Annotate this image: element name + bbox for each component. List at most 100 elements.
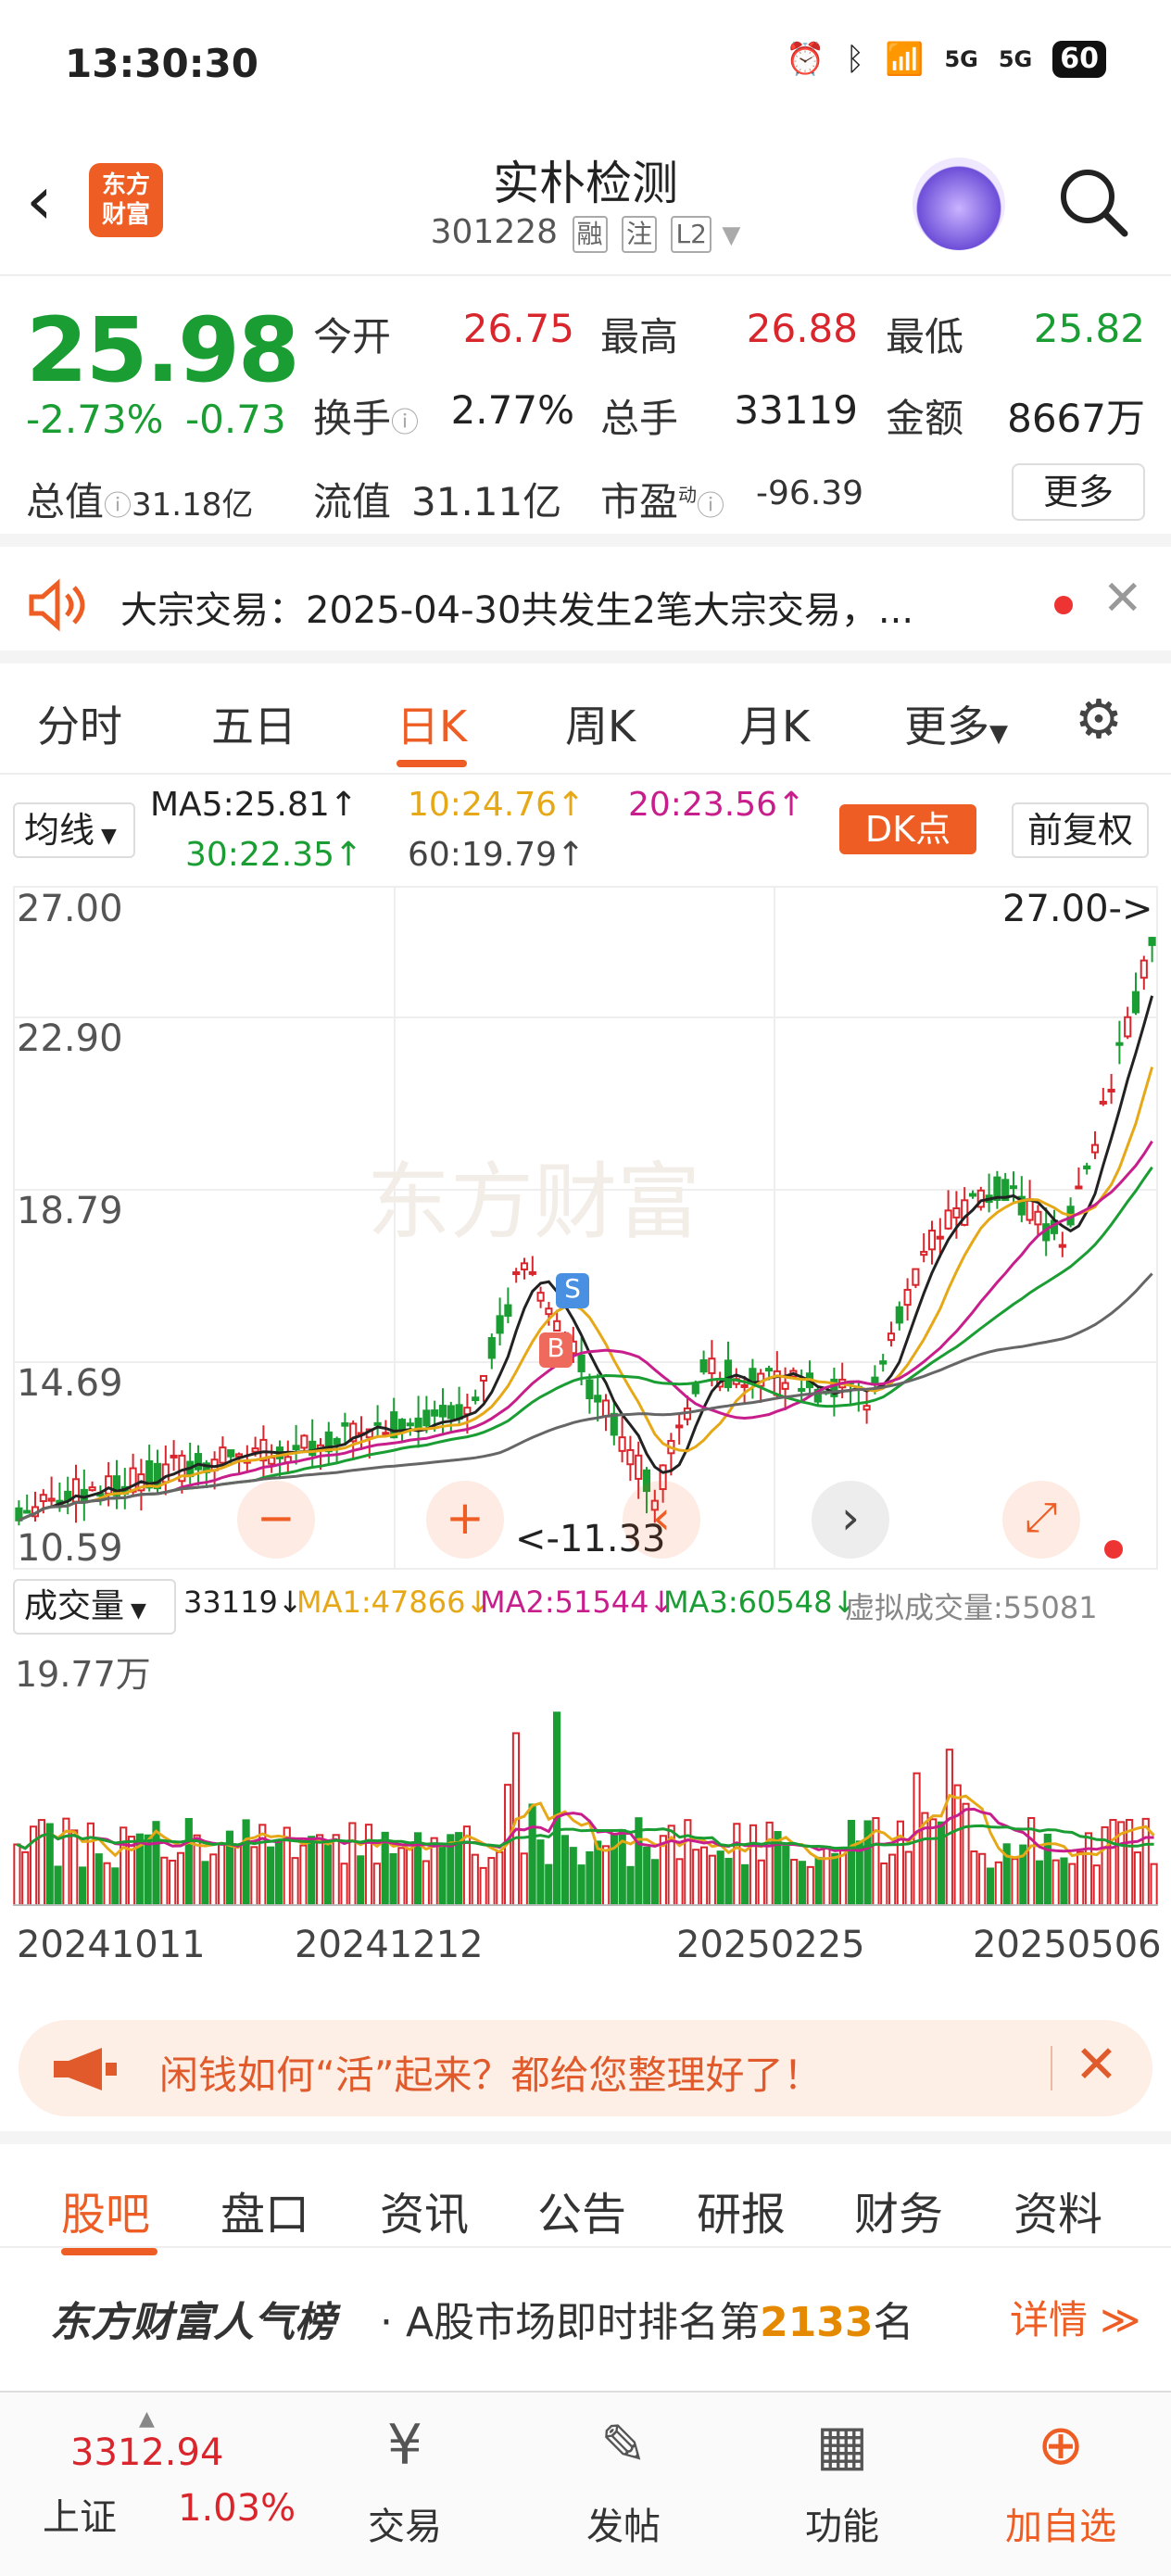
volume-bar xyxy=(560,1835,570,1906)
volume-bar xyxy=(340,1863,348,1907)
candle xyxy=(1107,1088,1115,1092)
tab-guba[interactable]: 股吧 xyxy=(61,2178,150,2242)
ma-legend: 均线 ▼ MA5:25.81↑ 10:24.76↑ 20:23.56↑ 30:2… xyxy=(0,778,1171,882)
tab-daily-k[interactable]: 日K xyxy=(397,693,467,754)
quote-panel: 25.98 -2.73% -0.73 总值ⓘ31.18亿 今开 26.75 最高… xyxy=(0,278,1171,547)
volume-bar xyxy=(626,1865,635,1907)
caret-up-icon: ▲ xyxy=(139,2407,155,2431)
volume-bar xyxy=(201,1861,209,1906)
rank-brand: 东方财富人气榜 xyxy=(50,2299,335,2346)
volume-bar xyxy=(1092,1864,1101,1906)
nav-add-watch[interactable]: ⊕ 加自选 xyxy=(991,2413,1130,2550)
volume-bar xyxy=(1141,1817,1150,1907)
pe-label: 市盈动ⓘ xyxy=(600,479,725,524)
tab-news[interactable]: 资讯 xyxy=(380,2178,469,2242)
zoom-in-icon[interactable]: + xyxy=(426,1481,504,1559)
volume-bar xyxy=(250,1846,258,1906)
promo-banner[interactable]: 闲钱如何“活”起来？都给您整理好了！ ✕ xyxy=(19,2020,1152,2116)
fullscreen-icon[interactable]: ⤢ xyxy=(1002,1481,1080,1559)
volume-bar xyxy=(258,1824,267,1907)
y-label-2: 22.90 xyxy=(17,1017,123,1060)
vol-current: 33119↓ xyxy=(183,1585,303,1620)
candle xyxy=(528,1270,536,1275)
candle xyxy=(472,1396,480,1402)
dk-point-button[interactable]: DK点 xyxy=(839,804,976,854)
volume-bar xyxy=(594,1840,602,1906)
popularity-rank[interactable]: 东方财富人气榜 · A股市场即时排名第2133名 详情 ≫ xyxy=(0,2252,1171,2368)
tab-weekly-k[interactable]: 周K xyxy=(565,693,636,754)
candle xyxy=(170,1454,178,1458)
volume-bar xyxy=(291,1857,299,1907)
stock-header: ‹ 东方 财富 实朴检测 301228 融 注 L2 ▼ xyxy=(0,139,1171,276)
promo-text[interactable]: 闲钱如何“活”起来？都给您整理好了！ xyxy=(159,2044,823,2101)
notice-text[interactable]: 大宗交易：2025-04-30共发生2笔大宗交易，... xyxy=(120,580,913,634)
candle xyxy=(798,1387,806,1392)
pan-right-icon[interactable]: › xyxy=(812,1481,889,1559)
volume-bar xyxy=(1051,1859,1060,1906)
close-icon[interactable]: ✕ xyxy=(1102,571,1143,626)
candle xyxy=(708,1357,716,1374)
volume-bar xyxy=(888,1853,897,1907)
close-icon[interactable]: ✕ xyxy=(1075,2035,1118,2095)
stock-code: 301228 xyxy=(430,213,559,251)
volume-chart[interactable]: 19.77万 xyxy=(13,1640,1158,1909)
volume-bar xyxy=(536,1839,545,1906)
adjust-button[interactable]: 前复权 xyxy=(1012,802,1149,858)
sell-marker[interactable]: S xyxy=(556,1273,589,1308)
tab-intraday[interactable]: 分时 xyxy=(37,693,122,754)
indicator-select[interactable]: 均线 ▼ xyxy=(13,802,135,858)
tab-research[interactable]: 研报 xyxy=(697,2178,786,2242)
turnover-label: 换手ⓘ xyxy=(313,396,420,441)
bottom-nav: 3312.94 ▲ 上证 1.03% ¥ 交易 ✎ 发帖 ▦ 功能 ⊕ 加自选 xyxy=(0,2391,1171,2576)
tab-five-day[interactable]: 五日 xyxy=(211,693,296,754)
robot-avatar-icon[interactable] xyxy=(913,158,1005,250)
nav-post[interactable]: ✎ 发帖 xyxy=(554,2413,693,2550)
gear-icon[interactable]: ⚙ xyxy=(1075,688,1123,751)
index-value[interactable]: 3312.94 xyxy=(70,2431,223,2474)
volume-bar xyxy=(479,1866,487,1907)
nav-function[interactable]: ▦ 功能 xyxy=(773,2413,912,2550)
buy-marker[interactable]: B xyxy=(539,1332,573,1368)
candle xyxy=(438,1405,447,1418)
candle xyxy=(1115,1042,1124,1046)
more-button[interactable]: 更多 xyxy=(1012,463,1145,521)
tab-finance[interactable]: 财务 xyxy=(854,2178,943,2242)
candle xyxy=(887,1332,896,1342)
volume-bar xyxy=(1060,1857,1068,1907)
grid-icon: ▦ xyxy=(815,2413,869,2478)
kline-chart[interactable]: 东方财富 27.00 22.90 18.79 14.69 10.59 27.00… xyxy=(13,886,1158,1570)
volume-indicator-select[interactable]: 成交量 ▼ xyxy=(13,1579,176,1635)
tab-monthly-k[interactable]: 月K xyxy=(739,693,810,754)
candle xyxy=(740,1383,749,1388)
volume-bar xyxy=(863,1820,872,1907)
search-icon[interactable] xyxy=(1056,165,1130,239)
volume-bar xyxy=(308,1836,316,1906)
index-name[interactable]: 上证 xyxy=(43,2487,117,2541)
last-price: 25.98 xyxy=(26,298,300,402)
volume-bar xyxy=(1109,1819,1117,1906)
rank-detail-link[interactable]: 详情 ≫ xyxy=(1010,2289,1140,2345)
tab-profile[interactable]: 资料 xyxy=(1014,2178,1102,2242)
tab-announcement[interactable]: 公告 xyxy=(537,2178,626,2242)
tab-more[interactable]: 更多▼ xyxy=(904,693,1008,754)
nav-trade[interactable]: ¥ 交易 xyxy=(335,2413,474,2550)
notice-bar[interactable]: 大宗交易：2025-04-30共发生2笔大宗交易，... ✕ xyxy=(0,547,1171,663)
candle xyxy=(691,1383,699,1395)
tab-pankou[interactable]: 盘口 xyxy=(220,2178,309,2242)
candle xyxy=(422,1409,431,1427)
status-icons: ⏰ ᛒ 📶 5G 5G 60 xyxy=(786,41,1106,78)
volume-bar xyxy=(724,1857,733,1907)
index-pct[interactable]: 1.03% xyxy=(178,2487,296,2530)
candle xyxy=(952,1206,961,1219)
zoom-out-icon[interactable]: − xyxy=(237,1481,315,1559)
volume-label: 总手 xyxy=(600,396,679,441)
change-value: -0.73 xyxy=(185,397,286,442)
vol-ma2: MA2:51544↓ xyxy=(480,1585,674,1620)
pan-left-icon[interactable]: ‹ xyxy=(623,1481,700,1559)
candle xyxy=(936,1235,944,1240)
volume-bar xyxy=(684,1819,692,1906)
chevron-down-icon[interactable]: ▼ xyxy=(722,221,740,249)
candle xyxy=(594,1395,602,1403)
volume-bar xyxy=(184,1817,193,1906)
volume-bar xyxy=(233,1844,242,1906)
